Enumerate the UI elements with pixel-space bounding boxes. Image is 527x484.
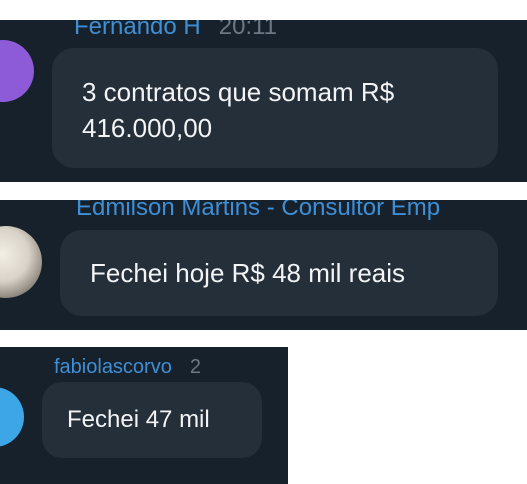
sender-name[interactable]: Fernando H [74, 20, 201, 40]
sender-name[interactable]: Edmilson Martins - Consultor Emp [76, 200, 440, 221]
avatar[interactable] [0, 226, 42, 298]
message-panel: fabiolascorvo 2 Fechei 47 mil [0, 347, 288, 484]
message-text-line: 416.000,00 [82, 113, 213, 143]
avatar[interactable] [0, 40, 34, 102]
message-panel: Edmilson Martins - Consultor Emp Fechei … [0, 200, 527, 330]
message-bubble[interactable]: 3 contratos que somam R$ 416.000,00 [52, 48, 498, 168]
sender-header: Edmilson Martins - Consultor Emp [76, 200, 440, 220]
message-time: 2 [189, 356, 201, 378]
message-panel: Fernando H 20:11 3 contratos que somam R$… [0, 20, 527, 182]
sender-header: fabiolascorvo 2 [54, 357, 201, 377]
message-bubble[interactable]: Fechei hoje R$ 48 mil reais [60, 230, 498, 316]
message-text-line: Fechei hoje R$ 48 mil reais [90, 258, 406, 288]
sender-name[interactable]: fabiolascorvo [54, 356, 172, 378]
message-bubble[interactable]: Fechei 47 mil [42, 382, 262, 458]
message-time: 20:11 [218, 20, 278, 40]
message-text-line: Fechei 47 mil [67, 406, 210, 433]
sender-header: Fernando H 20:11 [74, 20, 277, 39]
avatar[interactable] [0, 387, 24, 447]
message-text-line: 3 contratos que somam R$ [82, 77, 395, 107]
